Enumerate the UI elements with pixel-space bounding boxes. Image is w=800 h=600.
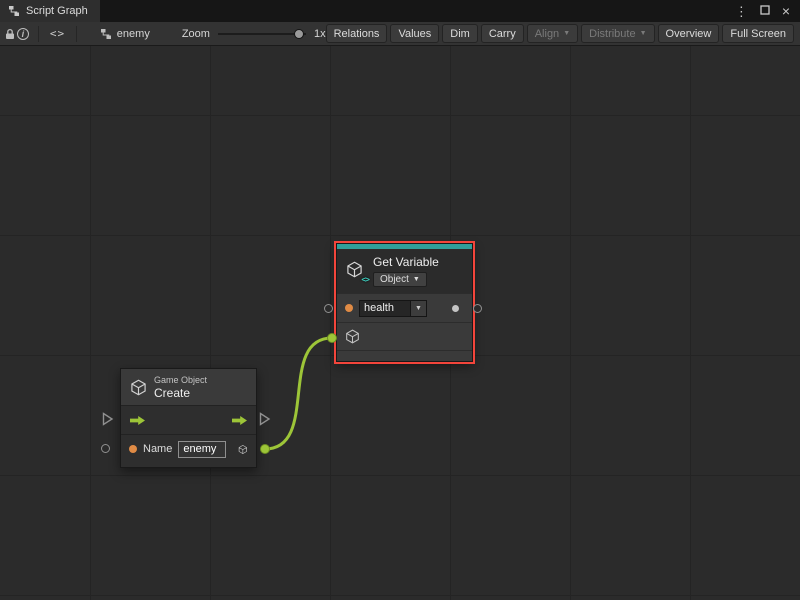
node-category: Game Object	[154, 375, 207, 386]
flow-arrow-icon[interactable]	[129, 415, 146, 426]
fullscreen-button[interactable]: Full Screen	[722, 24, 794, 43]
create-flow-input-port[interactable]	[102, 412, 114, 426]
getvariable-name-input-port[interactable]	[324, 304, 333, 313]
lock-icon	[4, 28, 16, 40]
zoom-control: Zoom 1x	[182, 27, 326, 41]
name-port-row: Name	[121, 434, 256, 463]
scope-dropdown[interactable]: Object ▼	[373, 272, 427, 287]
code-icon: <>	[50, 27, 65, 40]
info-icon: i	[17, 28, 29, 40]
chevron-down-icon: ▼	[415, 305, 422, 312]
edit-script-button[interactable]: <>	[48, 24, 67, 44]
gameobject-port-cube-icon[interactable]	[238, 442, 248, 457]
node-create-header[interactable]: Game Object Create	[121, 369, 256, 405]
carry-button[interactable]: Carry	[481, 24, 524, 43]
create-gameobject-output-port[interactable]	[260, 444, 270, 454]
node-title: Get Variable	[373, 255, 439, 269]
window-controls: ⋮ ×	[725, 0, 800, 22]
dim-button[interactable]: Dim	[442, 24, 478, 43]
getvariable-value-output-port[interactable]	[473, 304, 482, 313]
code-overlay-icon: <>	[361, 275, 369, 284]
variable-dropdown-button[interactable]: ▼	[411, 300, 427, 317]
values-button[interactable]: Values	[390, 24, 439, 43]
toolbar-separator	[76, 26, 77, 42]
node-title: Create	[154, 386, 207, 400]
create-flow-output-port[interactable]	[259, 412, 271, 426]
toolbar-buttons: Relations Values Dim Carry Align ▼ Distr…	[326, 24, 796, 43]
object-port-cube-icon[interactable]	[345, 329, 360, 344]
align-dropdown[interactable]: Align ▼	[527, 24, 578, 43]
variable-name-field: ▼	[359, 300, 427, 317]
distribute-dropdown[interactable]: Distribute ▼	[581, 24, 654, 43]
relations-button[interactable]: Relations	[326, 24, 388, 43]
graph-name-label: enemy	[117, 28, 150, 40]
node-get-variable-titles: Get Variable Object ▼	[373, 255, 439, 287]
node-create-titles: Game Object Create	[154, 375, 207, 400]
zoom-label: Zoom	[182, 28, 210, 40]
object-port-row	[337, 322, 472, 350]
script-graph-icon	[8, 5, 20, 17]
node-footer	[337, 350, 472, 361]
zoom-slider[interactable]	[218, 27, 306, 41]
name-input[interactable]	[178, 441, 226, 458]
node-get-variable[interactable]: <> Get Variable Object ▼ ▼	[336, 243, 473, 362]
getvariable-object-input-port[interactable]	[327, 333, 337, 343]
toolbar-separator	[38, 26, 39, 42]
unity-script-graph-window: Script Graph ⋮ × i <>	[0, 0, 800, 600]
value-port-dot[interactable]	[129, 445, 137, 453]
name-label: Name	[143, 443, 172, 455]
chevron-down-icon: ▼	[640, 30, 647, 37]
titlebar: Script Graph ⋮ ×	[0, 0, 800, 22]
info-button[interactable]: i	[17, 24, 30, 44]
value-port-dot[interactable]	[345, 304, 353, 312]
flow-port-row	[121, 405, 256, 434]
chevron-down-icon: ▼	[413, 276, 420, 283]
zoom-slider-track	[218, 33, 306, 35]
node-get-variable-header[interactable]: <> Get Variable Object ▼	[337, 249, 472, 293]
graph-canvas[interactable]: Game Object Create Name	[0, 46, 800, 600]
output-port-dot[interactable]	[452, 305, 459, 312]
flow-arrow-icon[interactable]	[231, 415, 248, 426]
tab-title: Script Graph	[26, 5, 88, 17]
variable-name-row: ▼	[337, 293, 472, 322]
graph-asset-icon	[100, 28, 112, 40]
connection-wire[interactable]	[265, 338, 332, 449]
overview-button[interactable]: Overview	[658, 24, 720, 43]
maximize-icon[interactable]	[760, 3, 770, 19]
variable-name-input[interactable]	[359, 300, 411, 317]
zoom-value: 1x	[314, 28, 326, 40]
cube-icon	[130, 379, 147, 396]
variable-cube-icon: <>	[346, 261, 366, 281]
chevron-down-icon: ▼	[563, 30, 570, 37]
graph-toolbar: i <> enemy Zoom 1x Relations Values	[0, 22, 800, 46]
graph-reference[interactable]: enemy	[100, 28, 150, 40]
zoom-slider-handle[interactable]	[294, 29, 304, 39]
lock-button[interactable]	[4, 24, 17, 44]
create-name-input-port[interactable]	[101, 444, 110, 453]
tab-script-graph[interactable]: Script Graph	[0, 0, 100, 22]
node-create[interactable]: Game Object Create Name	[120, 368, 257, 468]
node-footer	[121, 463, 256, 467]
close-icon[interactable]: ×	[782, 4, 790, 18]
menu-icon[interactable]: ⋮	[735, 5, 748, 18]
